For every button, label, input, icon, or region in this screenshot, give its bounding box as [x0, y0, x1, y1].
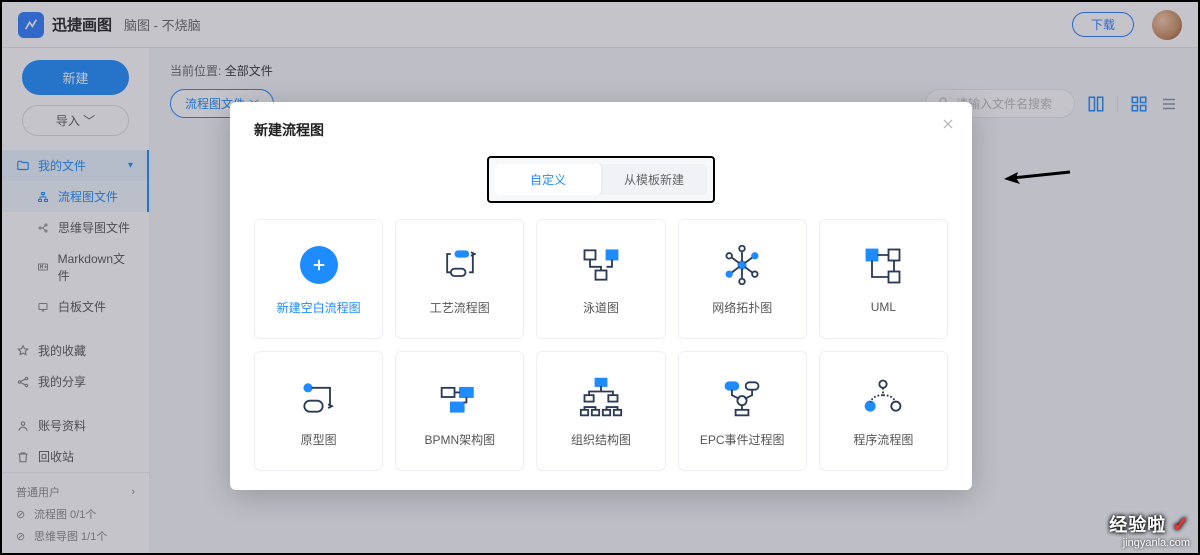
- breadcrumb: 当前位置: 全部文件: [170, 62, 1178, 79]
- card-label: EPC事件过程图: [700, 431, 785, 448]
- card-epc[interactable]: EPC事件过程图: [678, 351, 807, 471]
- sidebar-item-whiteboard[interactable]: 白板文件: [2, 291, 149, 322]
- card-label: 新建空白流程图: [277, 299, 361, 316]
- sidebar-item-label: 回收站: [38, 448, 74, 465]
- new-button[interactable]: 新建: [22, 60, 129, 95]
- card-uml[interactable]: UML: [819, 219, 948, 339]
- card-label: UML: [871, 300, 896, 314]
- network-icon: [720, 243, 764, 287]
- card-program-flow[interactable]: 程序流程图: [819, 351, 948, 471]
- check-icon: ✓: [1172, 514, 1190, 536]
- sidebar-item-markdown[interactable]: Markdown文件: [2, 243, 149, 291]
- card-org-chart[interactable]: 组织结构图: [536, 351, 665, 471]
- trash-icon: [16, 450, 30, 464]
- topbar: 迅捷画图 脑图 - 不烧脑 下载: [2, 2, 1198, 48]
- programflow-icon: [861, 375, 905, 419]
- process-flow-icon: [438, 243, 482, 287]
- sidebar-item-label: 我的分享: [38, 373, 86, 390]
- card-blank-flowchart[interactable]: 新建空白流程图: [254, 219, 383, 339]
- avatar[interactable]: [1152, 10, 1182, 40]
- sidebar-item-account[interactable]: 账号资料: [2, 410, 149, 441]
- sidebar-item-flowchart[interactable]: 流程图文件: [2, 181, 149, 212]
- view-list-icon[interactable]: [1160, 95, 1178, 113]
- check-icon: ⊘: [16, 530, 28, 542]
- sidebar-item-favorites[interactable]: 我的收藏: [2, 335, 149, 366]
- new-flowchart-modal: 新建流程图 自定义 从模板新建 新建空白流程图 工艺流程图 泳道图 网络拓扑图 …: [230, 102, 972, 490]
- view-grid-icon[interactable]: [1130, 95, 1148, 113]
- quota-flowchart: ⊘ 流程图 0/1个: [2, 503, 149, 525]
- card-swimlane[interactable]: 泳道图: [536, 219, 665, 339]
- star-icon: [16, 344, 30, 358]
- tab-custom[interactable]: 自定义: [495, 164, 601, 195]
- sidebar-item-label: 我的收藏: [38, 342, 86, 359]
- orgchart-icon: [579, 375, 623, 419]
- folder-icon: [16, 159, 30, 173]
- check-icon: ⊘: [16, 508, 28, 520]
- sidebar-item-label: 我的文件: [38, 157, 86, 174]
- user-icon: [16, 419, 30, 433]
- download-button[interactable]: 下载: [1072, 12, 1134, 37]
- sidebar-item-my-files[interactable]: 我的文件 ▾: [2, 150, 149, 181]
- bpmn-icon: [438, 375, 482, 419]
- flowchart-icon: [36, 190, 50, 204]
- share-icon: [16, 375, 30, 389]
- card-label: 程序流程图: [853, 431, 913, 448]
- markdown-icon: [36, 260, 50, 274]
- chevron-down-icon: ▾: [128, 160, 133, 171]
- sidebar-item-recycle[interactable]: 回收站: [2, 441, 149, 472]
- sidebar-item-label: 流程图文件: [58, 188, 118, 205]
- modal-title: 新建流程图: [254, 120, 948, 140]
- sidebar-item-label: 账号资料: [38, 417, 86, 434]
- card-label: 泳道图: [583, 299, 619, 316]
- plus-icon: [300, 246, 338, 284]
- card-label: 网络拓扑图: [712, 299, 772, 316]
- watermark: 经验啦 ✓ jingyanla.com: [1109, 511, 1190, 549]
- mindmap-icon: [36, 221, 50, 235]
- sidebar-item-label: 思维导图文件: [58, 219, 130, 236]
- sidebar-item-mindmap[interactable]: 思维导图文件: [2, 212, 149, 243]
- quota-mindmap: ⊘ 思维导图 1/1个: [2, 525, 149, 547]
- card-bpmn[interactable]: BPMN架构图: [395, 351, 524, 471]
- chevron-right-icon: ›: [131, 486, 135, 498]
- card-network-topology[interactable]: 网络拓扑图: [678, 219, 807, 339]
- view-tree-icon[interactable]: [1087, 95, 1105, 113]
- tab-template[interactable]: 从模板新建: [601, 164, 707, 195]
- card-label: 工艺流程图: [430, 299, 490, 316]
- prototype-icon: [297, 375, 341, 419]
- import-button[interactable]: 导入 ﹀: [22, 105, 129, 136]
- template-grid: 新建空白流程图 工艺流程图 泳道图 网络拓扑图 UML 原型图 BPMN架构图: [254, 219, 948, 471]
- sidebar-item-shares[interactable]: 我的分享: [2, 366, 149, 397]
- close-icon[interactable]: [940, 116, 956, 132]
- tab-switch: 自定义 从模板新建: [487, 156, 715, 203]
- card-prototype[interactable]: 原型图: [254, 351, 383, 471]
- app-name: 迅捷画图: [52, 14, 112, 35]
- card-label: 原型图: [301, 431, 337, 448]
- card-process-flow[interactable]: 工艺流程图: [395, 219, 524, 339]
- sidebar-item-label: Markdown文件: [58, 250, 135, 284]
- sidebar: 新建 导入 ﹀ 我的文件 ▾ 流程图文件 思维导图文件 Markdown文件 白…: [2, 48, 150, 553]
- whiteboard-icon: [36, 300, 50, 314]
- user-type-label: 普通用户 ›: [2, 481, 149, 503]
- uml-icon: [861, 244, 905, 288]
- card-label: 组织结构图: [571, 431, 631, 448]
- epc-icon: [720, 375, 764, 419]
- card-label: BPMN架构图: [424, 431, 495, 448]
- doc-title: 脑图 - 不烧脑: [124, 15, 201, 34]
- sidebar-item-label: 白板文件: [58, 298, 106, 315]
- sidebar-footer: 普通用户 › ⊘ 流程图 0/1个 ⊘ 思维导图 1/1个: [2, 472, 149, 553]
- swimlane-icon: [579, 243, 623, 287]
- app-logo: [18, 12, 44, 38]
- annotation-arrow-icon: [1002, 164, 1072, 188]
